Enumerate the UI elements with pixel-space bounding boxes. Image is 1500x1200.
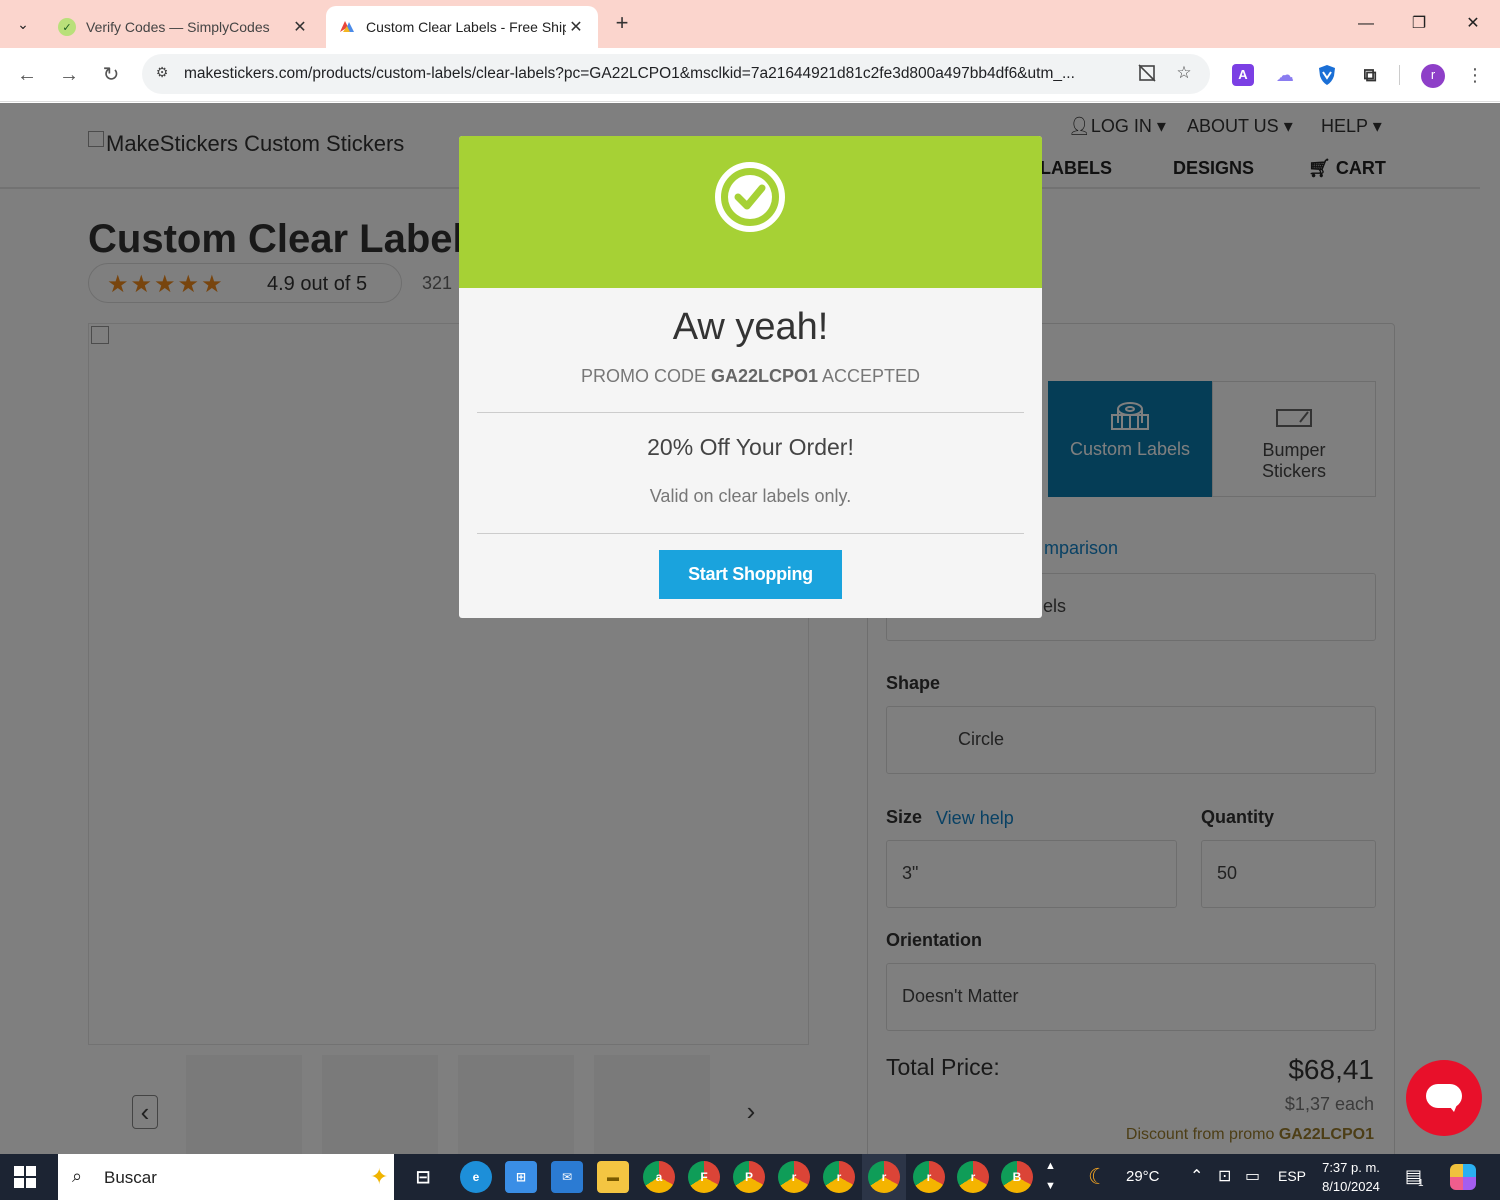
chrome-icon[interactable]: r: [823, 1161, 855, 1193]
modal-divider: [477, 412, 1024, 413]
start-shopping-button[interactable]: Start Shopping: [659, 550, 842, 599]
promo-accepted-text: PROMO CODE GA22LCPO1 ACCEPTED: [580, 366, 921, 386]
offer-conditions: Valid on clear labels only.: [649, 486, 852, 506]
tab-title: Verify Codes — SimplyCodes: [86, 19, 270, 35]
chrome-icon[interactable]: a: [643, 1161, 675, 1193]
show-hidden-icons-icon[interactable]: ⌃: [1190, 1166, 1203, 1186]
toolbar-divider: [1399, 65, 1400, 85]
tab-simplycodes[interactable]: ✓ Verify Codes — SimplyCodes ✕: [46, 6, 322, 48]
modal-title: Aw yeah!: [672, 306, 829, 348]
chrome-icon[interactable]: r: [913, 1161, 945, 1193]
windows-taskbar: ⌕ Buscar ✦ ⊟ e ⊞ ✉ ▬ a F P r r r r r B ▲…: [0, 1154, 1500, 1200]
chat-bubble-tail: [1446, 1102, 1458, 1112]
search-placeholder: Buscar: [104, 1168, 157, 1187]
folder-icon[interactable]: ▬: [597, 1161, 629, 1193]
profile-avatar[interactable]: r: [1421, 64, 1445, 88]
promo-modal: Aw yeah! PROMO CODE GA22LCPO1 ACCEPTED 2…: [459, 136, 1042, 618]
close-tab-icon[interactable]: ✕: [566, 17, 586, 37]
chrome-icon[interactable]: r: [778, 1161, 810, 1193]
site-info-icon[interactable]: ⚙: [152, 64, 172, 84]
web-page: MakeStickers Custom Stickers 👤︎LOG IN ▾ …: [0, 103, 1500, 1154]
address-bar[interactable]: ⚙ makestickers.com/products/custom-label…: [142, 54, 1210, 94]
tab-search-button[interactable]: ⌄: [6, 8, 40, 40]
modal-divider: [477, 533, 1024, 534]
browser-menu-icon[interactable]: ⋮: [1460, 60, 1490, 90]
reload-icon[interactable]: ↻: [96, 60, 126, 90]
notification-count: 1: [1418, 1178, 1424, 1189]
sparkle-icon: ✦: [370, 1164, 389, 1189]
network-icon[interactable]: ▭: [1245, 1166, 1260, 1186]
restore-button[interactable]: ❐: [1399, 6, 1439, 42]
browser-tab-bar: ⌄ ✓ Verify Codes — SimplyCodes ✕ Custom …: [0, 0, 1500, 48]
tab-makestickers[interactable]: Custom Clear Labels - Free Shipping ✕: [326, 6, 598, 48]
weather-icon[interactable]: ☾: [1088, 1164, 1108, 1190]
cloud-extension-icon[interactable]: ☁: [1274, 64, 1296, 86]
meet-icon[interactable]: ⊡: [1218, 1166, 1231, 1186]
extensions-icon[interactable]: ⧉: [1359, 64, 1381, 86]
windows-start-icon[interactable]: [14, 1166, 36, 1188]
minimize-button[interactable]: —: [1346, 6, 1386, 42]
no-image-icon[interactable]: [1136, 63, 1158, 85]
checkmark-circle-icon: [715, 162, 785, 232]
chrome-icon[interactable]: P: [733, 1161, 765, 1193]
grammar-extension-icon[interactable]: A: [1232, 64, 1254, 86]
weather-temperature[interactable]: 29°C: [1126, 1168, 1160, 1185]
makestickers-favicon-icon: [338, 18, 356, 36]
system-clock[interactable]: 7:37 p. m. 8/10/2024: [1318, 1158, 1384, 1196]
chrome-icon[interactable]: F: [688, 1161, 720, 1193]
browser-toolbar: ← → ↻ ⚙ makestickers.com/products/custom…: [0, 48, 1500, 102]
url-text[interactable]: makestickers.com/products/custom-labels/…: [184, 65, 1124, 83]
close-window-button[interactable]: ✕: [1453, 6, 1493, 42]
tab-title: Custom Clear Labels - Free Shipping: [366, 19, 566, 35]
chrome-icon[interactable]: r: [957, 1161, 989, 1193]
forward-icon[interactable]: →: [54, 60, 84, 90]
chat-widget-button[interactable]: [1406, 1060, 1482, 1136]
offer-text: 20% Off Your Order!: [647, 434, 854, 460]
language-indicator[interactable]: ESP: [1278, 1168, 1306, 1184]
copilot-icon[interactable]: [1450, 1164, 1476, 1190]
taskbar-search[interactable]: ⌕ Buscar ✦: [58, 1154, 394, 1200]
search-icon: ⌕: [72, 1166, 83, 1186]
store-icon[interactable]: ⊞: [505, 1161, 537, 1193]
close-tab-icon[interactable]: ✕: [290, 17, 310, 37]
back-icon[interactable]: ←: [12, 60, 42, 90]
task-view-icon[interactable]: ⊟: [407, 1161, 439, 1193]
modal-header: [459, 136, 1042, 288]
edge-icon[interactable]: e: [460, 1161, 492, 1193]
chrome-icon[interactable]: B: [1001, 1161, 1033, 1193]
taskbar-scroll-arrows-icon[interactable]: ▲ ▼: [1045, 1156, 1056, 1196]
simplycodes-favicon-icon: ✓: [58, 18, 76, 36]
new-tab-button[interactable]: +: [608, 10, 636, 38]
chrome-icon[interactable]: r: [868, 1161, 900, 1193]
shield-extension-icon[interactable]: [1316, 64, 1338, 86]
mail-icon[interactable]: ✉: [551, 1161, 583, 1193]
bookmark-star-icon[interactable]: ☆: [1173, 63, 1195, 85]
